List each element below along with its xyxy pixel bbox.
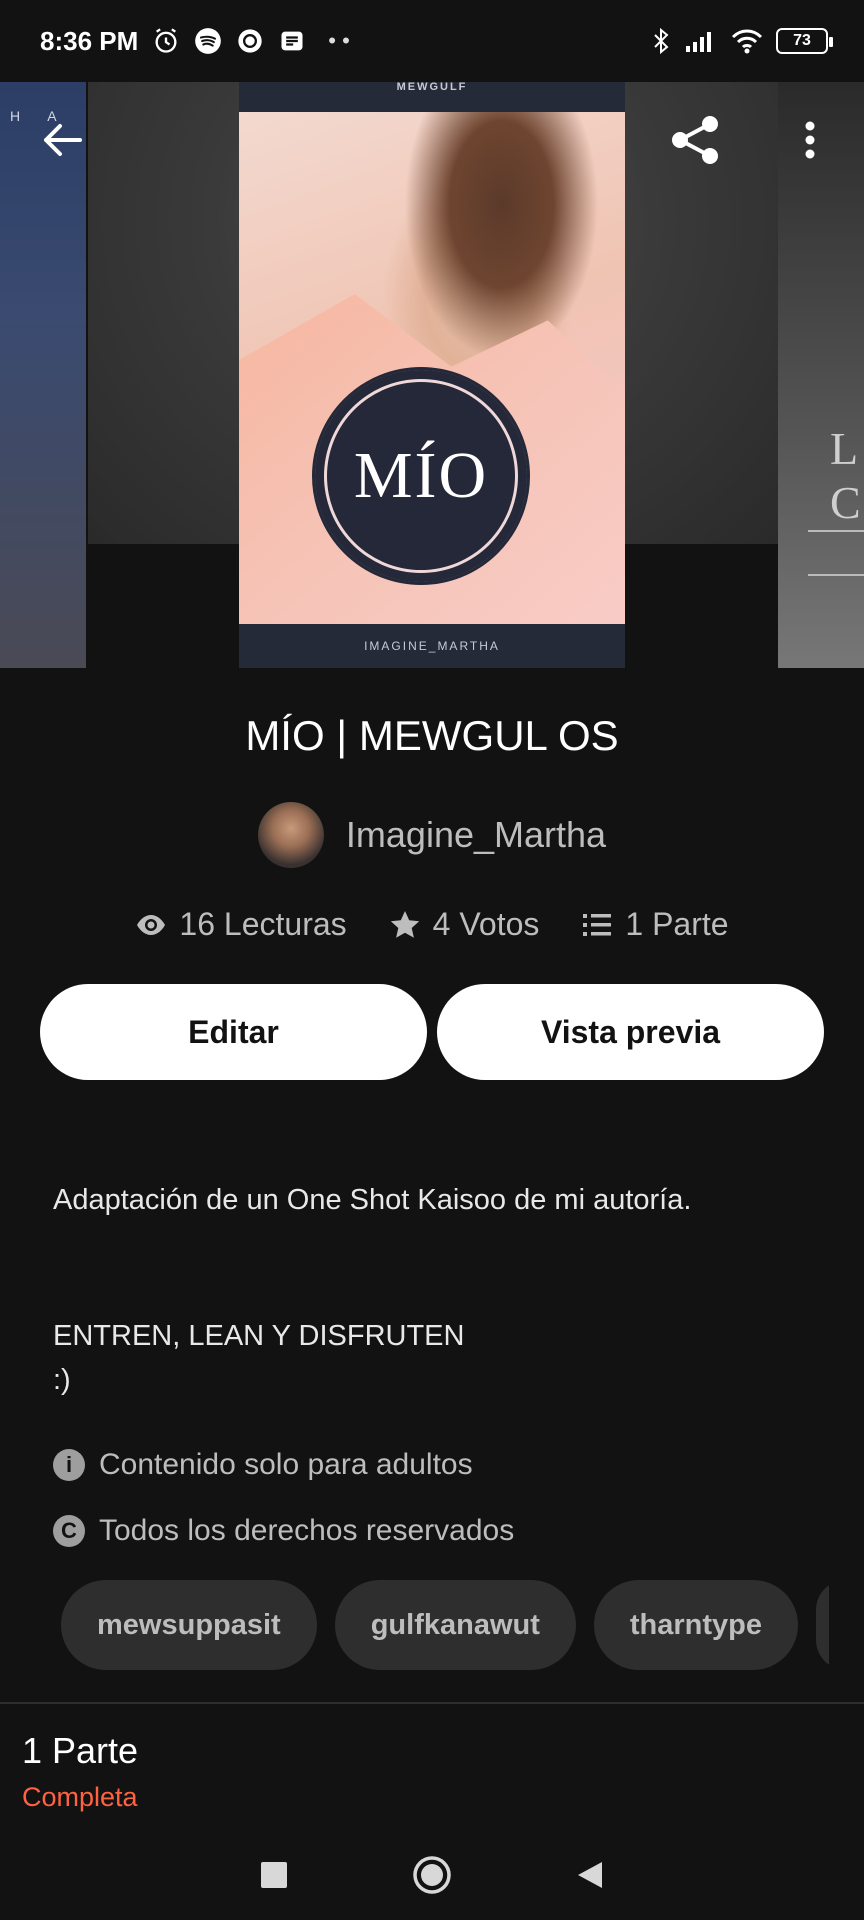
next-cover-line	[808, 530, 864, 532]
completion-status: Completa	[22, 1782, 138, 1812]
status-bar: 8:36 PM • • 73	[0, 0, 864, 82]
mature-content-label: Contenido solo para adultos	[99, 1448, 473, 1481]
tag-chip-partial[interactable]	[816, 1580, 829, 1670]
story-actions: Editar Vista previa	[40, 984, 824, 1080]
back-button[interactable]	[570, 1855, 610, 1895]
bluetooth-icon	[654, 27, 669, 55]
square-icon	[261, 1862, 287, 1888]
next-story-cover[interactable]: L C	[778, 82, 864, 668]
alarm-icon	[155, 28, 177, 53]
recents-button[interactable]	[254, 1855, 294, 1895]
author-name[interactable]: Imagine_Martha	[346, 814, 606, 856]
battery-level: 73	[793, 32, 811, 49]
description-line: Adaptación de un One Shot Kaisoo de mi a…	[53, 1184, 692, 1216]
share-icon[interactable]	[668, 112, 724, 168]
divider	[0, 1702, 864, 1704]
list-icon	[583, 913, 612, 936]
parts-stat: 1 Parte	[581, 906, 729, 943]
parts-count-stat: 1 Parte	[625, 906, 729, 942]
more-options-icon[interactable]	[796, 118, 824, 162]
copyright-notice: C Todos los derechos reservados	[53, 1514, 514, 1548]
preview-button[interactable]: Vista previa	[437, 984, 824, 1080]
cover-title-badge: MÍO	[312, 367, 530, 585]
copyright-icon: C	[53, 1515, 85, 1547]
home-button[interactable]	[412, 1855, 452, 1895]
status-time: 8:36 PM	[40, 25, 139, 56]
previous-story-cover[interactable]: H A	[0, 82, 86, 668]
next-cover-text: L C	[830, 423, 861, 528]
info-icon: i	[53, 1449, 85, 1481]
parts-count[interactable]: 1 Parte	[22, 1730, 138, 1772]
reads-count: 16 Lecturas	[179, 906, 347, 942]
wifi-icon	[731, 29, 763, 54]
description-line: :)	[53, 1364, 71, 1396]
eye-icon	[137, 914, 166, 935]
cover-author-text: IMAGINE_MARTHA	[239, 624, 625, 668]
cover-badge-text: MÍO	[353, 439, 489, 512]
edit-button[interactable]: Editar	[40, 984, 427, 1080]
status-system-icons: 73	[652, 27, 833, 55]
signal-icon	[686, 32, 711, 52]
description-line: ENTREN, LEAN Y DISFRUTEN	[53, 1320, 465, 1352]
cover-carousel[interactable]: H A L C MEWGULF MÍO IMAGINE_MARTHA	[0, 82, 864, 668]
author-avatar[interactable]	[257, 802, 324, 868]
story-title: MÍO | MEWGUL OS	[245, 712, 619, 759]
settings-badge-icon	[238, 29, 262, 53]
mature-content-notice: i Contenido solo para adultos	[53, 1448, 473, 1482]
news-icon	[281, 31, 303, 51]
tag-chip[interactable]: gulfkanawut	[334, 1580, 576, 1670]
story-cover[interactable]: MEWGULF MÍO IMAGINE_MARTHA	[239, 82, 625, 668]
spotify-icon	[195, 28, 222, 54]
story-stats: 16 Lecturas 4 Votos 1 Parte	[0, 906, 864, 943]
cover-top-text: MEWGULF	[239, 82, 625, 112]
reads-stat: 16 Lecturas	[135, 906, 347, 943]
votes-count: 4 Votos	[432, 906, 540, 942]
votes-stat: 4 Votos	[389, 906, 540, 943]
system-navigation-bar	[0, 1830, 864, 1920]
status-notification-icons: • •	[152, 27, 350, 55]
author-row[interactable]: Imagine_Martha	[0, 802, 864, 868]
story-description: Adaptación de un One Shot Kaisoo de mi a…	[53, 1178, 813, 1402]
battery-indicator: 73	[776, 28, 833, 54]
star-icon	[390, 910, 419, 938]
next-cover-line	[808, 574, 864, 576]
more-notifications-dots: • •	[328, 28, 350, 53]
circle-icon	[413, 1856, 451, 1894]
tags-list[interactable]: mewsuppasit gulfkanawut tharntype	[61, 1580, 829, 1670]
triangle-back-icon	[578, 1862, 602, 1888]
tag-chip[interactable]: tharntype	[593, 1580, 799, 1670]
copyright-label: Todos los derechos reservados	[99, 1514, 515, 1547]
tag-chip[interactable]: mewsuppasit	[61, 1580, 317, 1670]
back-arrow-icon[interactable]	[40, 118, 84, 162]
